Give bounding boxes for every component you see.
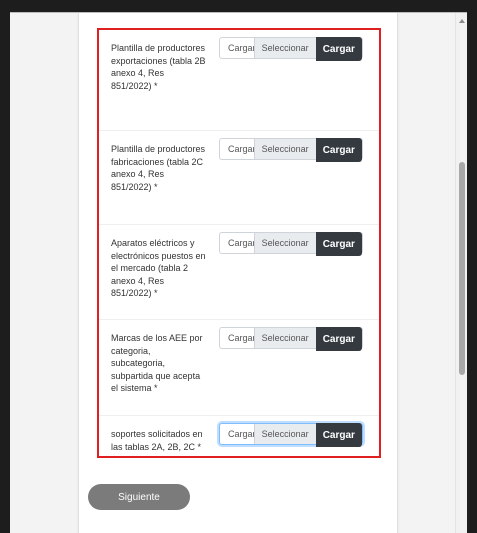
upload-row-label: Marcas de los AEE por categoria, subcate… — [111, 333, 203, 393]
upload-row-fabricaciones: Plantilla de productores fabricaciones (… — [99, 131, 379, 225]
select-file-button[interactable]: Seleccionar — [253, 233, 316, 253]
upload-form-card: Plantilla de productores exportaciones (… — [79, 13, 397, 533]
highlighted-upload-section: Plantilla de productores exportaciones (… — [97, 28, 381, 458]
select-file-button[interactable]: Seleccionar — [253, 139, 316, 159]
upload-row-exportaciones: Plantilla de productores exportaciones (… — [99, 30, 379, 131]
scrollbar-thumb[interactable] — [459, 162, 465, 375]
file-input-field[interactable]: Cargar — [220, 424, 254, 444]
select-file-button[interactable]: Seleccionar — [253, 424, 316, 444]
upload-row-label: soportes solicitados en las tablas 2A, 2… — [111, 429, 203, 452]
select-file-button[interactable]: Seleccionar — [253, 328, 316, 348]
page-viewport: Plantilla de productores exportaciones (… — [10, 12, 467, 533]
file-upload-group: Cargar Seleccionar Cargar — [219, 327, 363, 351]
upload-row-aparatos: Aparatos eléctricos y electrónicos puest… — [99, 225, 379, 320]
upload-row-label: Plantilla de productores exportaciones (… — [111, 43, 206, 91]
file-input-field[interactable]: Cargar — [220, 328, 254, 348]
upload-button[interactable]: Cargar — [315, 327, 362, 351]
upload-button[interactable]: Cargar — [315, 423, 362, 447]
upload-button[interactable]: Cargar — [315, 37, 362, 61]
select-file-button[interactable]: Seleccionar — [253, 38, 316, 58]
next-button[interactable]: Siguiente — [88, 484, 190, 510]
upload-row-soportes: soportes solicitados en las tablas 2A, 2… — [99, 416, 379, 456]
file-upload-group: Cargar Seleccionar Cargar — [219, 138, 363, 162]
file-upload-group: Cargar Seleccionar Cargar — [219, 232, 363, 256]
file-input-field[interactable]: Cargar — [220, 38, 254, 58]
upload-button[interactable]: Cargar — [315, 138, 362, 162]
vertical-scrollbar[interactable] — [455, 13, 467, 533]
scroll-up-arrow-icon[interactable] — [459, 19, 465, 23]
file-input-field[interactable]: Cargar — [220, 139, 254, 159]
file-upload-group: Cargar Seleccionar Cargar — [219, 37, 363, 61]
file-input-field[interactable]: Cargar — [220, 233, 254, 253]
upload-row-label: Aparatos eléctricos y electrónicos puest… — [111, 238, 206, 298]
file-upload-group: Cargar Seleccionar Cargar — [219, 423, 363, 447]
upload-button[interactable]: Cargar — [315, 232, 362, 256]
upload-row-label: Plantilla de productores fabricaciones (… — [111, 144, 206, 192]
upload-row-marcas: Marcas de los AEE por categoria, subcate… — [99, 320, 379, 416]
